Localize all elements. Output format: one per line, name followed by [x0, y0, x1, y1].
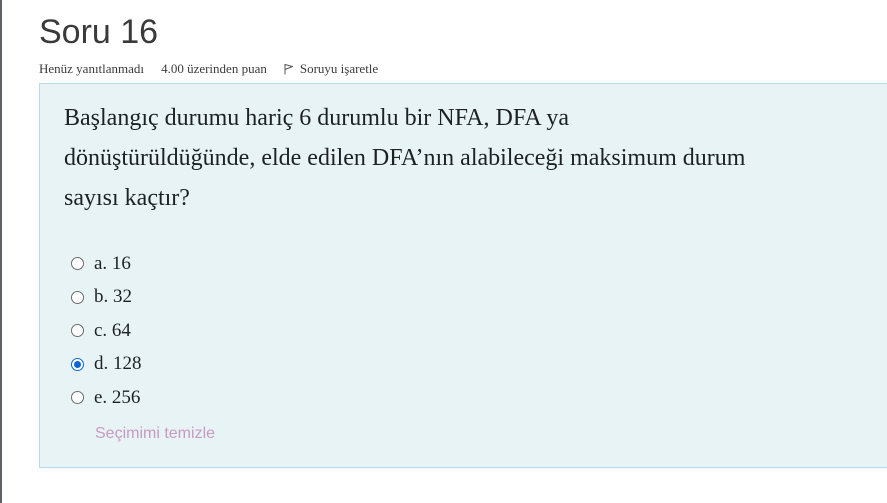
- question-state: Henüz yanıtlanmadı: [39, 61, 145, 76]
- question-text-line: dönüştürüldüğünde, elde edilen DFA’nın a…: [64, 145, 746, 171]
- answer-radio-d[interactable]: [71, 357, 84, 371]
- answer-label-b[interactable]: b. 32: [94, 286, 132, 308]
- answer-list: a. 16 b. 32 c. 64 d. 128 e. 256: [71, 247, 142, 415]
- answer-option-d[interactable]: d. 128: [71, 348, 142, 382]
- answer-option-a[interactable]: a. 16: [71, 247, 142, 281]
- answer-option-b[interactable]: b. 32: [71, 281, 142, 315]
- question-grade: 4.00 üzerinden puan: [161, 61, 267, 76]
- clear-choice-link[interactable]: Seçimimi temizle: [95, 424, 215, 444]
- answer-label-a[interactable]: a. 16: [94, 253, 131, 275]
- flag-label[interactable]: Soruyu işaretle: [300, 61, 378, 77]
- question-text: Başlangıç durumu hariç 6 durumlu bir NFA…: [64, 98, 884, 218]
- answer-radio-e[interactable]: [71, 391, 84, 405]
- answer-option-c[interactable]: c. 64: [71, 314, 142, 348]
- answer-radio-a[interactable]: [71, 257, 84, 271]
- answer-option-e[interactable]: e. 256: [71, 381, 142, 415]
- answer-label-e[interactable]: e. 256: [94, 387, 140, 409]
- window-left-edge: [0, 0, 2, 503]
- question-text-line: sayısı kaçtır?: [64, 185, 190, 211]
- flag-icon: [283, 63, 295, 75]
- answer-radio-b[interactable]: [71, 290, 84, 304]
- answer-label-c[interactable]: c. 64: [94, 320, 131, 342]
- answer-label-d[interactable]: d. 128: [94, 353, 142, 375]
- question-content: Başlangıç durumu hariç 6 durumlu bir NFA…: [39, 83, 887, 468]
- question-info: Henüz yanıtlanmadı 4.00 üzerinden puan S…: [39, 61, 378, 77]
- question-text-line: Başlangıç durumu hariç 6 durumlu bir NFA…: [64, 105, 570, 131]
- question-title: Soru 16: [39, 13, 159, 51]
- flag-question-link[interactable]: Soruyu işaretle: [283, 61, 378, 77]
- answer-radio-c[interactable]: [71, 324, 84, 338]
